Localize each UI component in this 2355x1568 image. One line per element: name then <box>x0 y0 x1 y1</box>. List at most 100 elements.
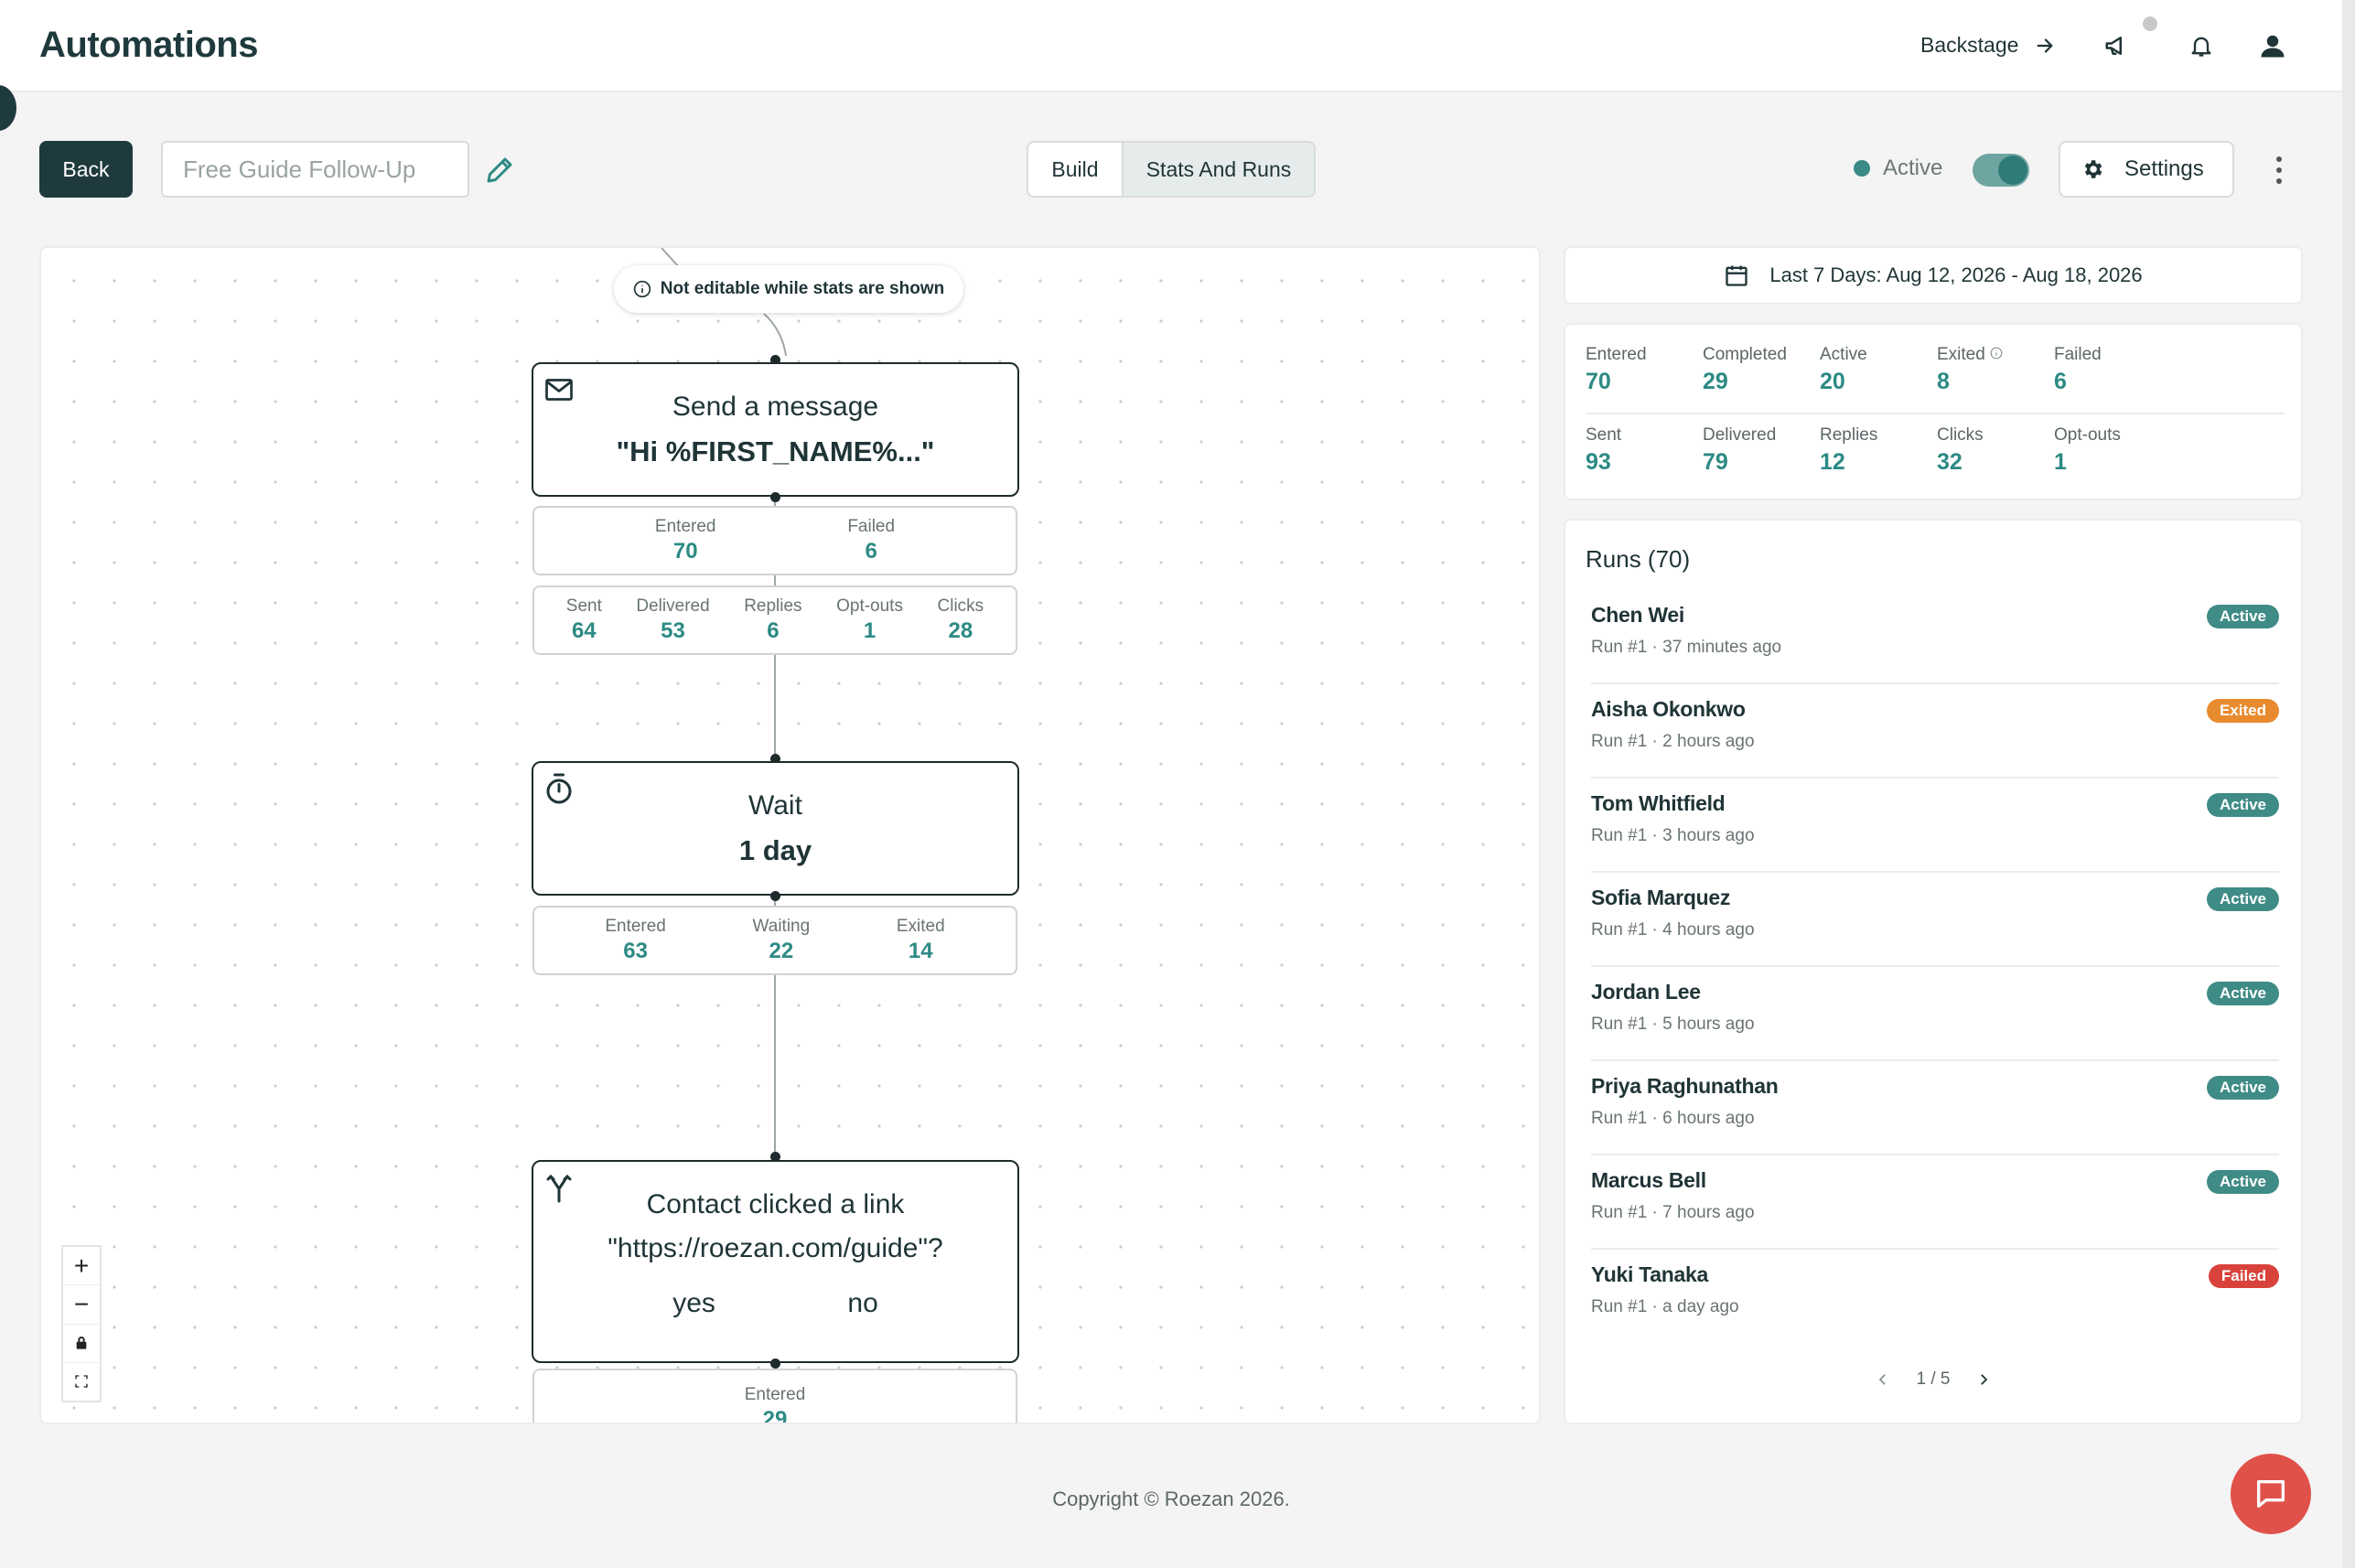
tab-build[interactable]: Build <box>1028 143 1122 196</box>
page-scrollbar[interactable] <box>2342 0 2355 1568</box>
run-row[interactable]: Sofia Marquez Run #1 · 4 hours ago Active <box>1591 873 2279 967</box>
active-toggle[interactable] <box>1973 154 2029 187</box>
node-subtitle: "https://roezan.com/guide"? <box>608 1233 943 1263</box>
link-click-condition-node[interactable]: Contact clicked a link "https://roezan.c… <box>532 1160 1019 1363</box>
run-contact-name: Aisha Okonkwo <box>1591 697 1746 721</box>
stat-entered: Entered 29 <box>744 1385 806 1424</box>
date-range-label: Last 7 Days: Aug 12, 2026 - Aug 18, 2026 <box>1769 263 2143 286</box>
top-header: Automations Backstage <box>0 0 2342 92</box>
zoom-in-icon[interactable]: + <box>63 1247 100 1286</box>
not-editable-notice: Not editable while stats are shown <box>614 265 963 313</box>
node-title: Contact clicked a link <box>646 1189 905 1219</box>
stat-entered: Entered 63 <box>605 917 666 963</box>
back-button[interactable]: Back <box>39 141 133 198</box>
node-subtitle: "Hi %FIRST_NAME%..." <box>616 435 935 467</box>
status-badge: Active <box>2206 605 2279 628</box>
tab-stats-and-runs[interactable]: Stats And Runs <box>1122 143 1314 196</box>
run-meta: Run #1 · 4 hours ago <box>1591 920 1755 940</box>
bell-icon[interactable] <box>2185 29 2218 62</box>
fit-view-icon[interactable] <box>63 1363 100 1401</box>
run-contact-name: Sofia Marquez <box>1591 886 1731 909</box>
metric-opt-outs: Opt-outs 1 <box>2054 425 2121 475</box>
status-badge: Active <box>2206 982 2279 1005</box>
stat-replies: Replies 6 <box>744 596 802 643</box>
branch-yes[interactable]: yes <box>672 1288 715 1319</box>
run-contact-name: Marcus Bell <box>1591 1168 1706 1192</box>
status-label: Active <box>1883 156 1943 180</box>
page-title: Automations <box>39 25 258 65</box>
stat-waiting: Waiting 22 <box>752 917 811 963</box>
page-indicator: 1 / 5 <box>1916 1369 1951 1389</box>
node-title: Wait <box>748 790 802 821</box>
node-handle[interactable] <box>770 492 780 502</box>
node-handle[interactable] <box>770 891 780 901</box>
run-row[interactable]: Aisha Okonkwo Run #1 · 2 hours ago Exited <box>1591 684 2279 779</box>
megaphone-icon[interactable] <box>2101 29 2134 62</box>
message-stats-bottom: Sent 64 Delivered 53 Replies 6 Opt-outs 1 Cl… <box>532 585 1017 655</box>
run-contact-name: Priya Raghunathan <box>1591 1074 1779 1098</box>
wait-stats: Entered 63 Waiting 22 Exited 14 <box>532 906 1017 975</box>
notice-text: Not editable while stats are shown <box>660 279 945 298</box>
runs-title: Runs (70) <box>1586 545 1691 573</box>
status-dot <box>1854 160 1870 177</box>
info-icon[interactable] <box>1990 347 2003 360</box>
automation-name-input[interactable]: Free Guide Follow-Up <box>161 141 469 198</box>
user-icon[interactable] <box>2256 29 2289 62</box>
metric-completed: Completed 29 <box>1703 345 1787 394</box>
settings-button[interactable]: Settings <box>2059 141 2234 198</box>
stat-delivered: Delivered 53 <box>636 596 710 643</box>
status-badge: Exited <box>2206 699 2279 723</box>
branch-labels: yes no <box>533 1288 1017 1319</box>
status-badge: Failed <box>2208 1264 2279 1288</box>
mail-icon <box>545 379 573 401</box>
zoom-controls: + − <box>61 1245 102 1402</box>
runs-pagination: 1 / 5 <box>1565 1369 2301 1390</box>
run-row[interactable]: Priya Raghunathan Run #1 · 6 hours ago Act… <box>1591 1061 2279 1155</box>
chat-icon <box>2257 1480 2285 1508</box>
metric-active: Active 20 <box>1820 345 1867 394</box>
run-row[interactable]: Chen Wei Run #1 · 37 minutes ago Active <box>1591 590 2279 684</box>
run-meta: Run #1 · a day ago <box>1591 1297 1739 1316</box>
send-message-node[interactable]: Send a message "Hi %FIRST_NAME%..." <box>532 362 1019 497</box>
run-row[interactable]: Tom Whitfield Run #1 · 3 hours ago Active <box>1591 779 2279 873</box>
chevron-right-icon[interactable] <box>1975 1371 1992 1388</box>
workflow-canvas[interactable]: Not editable while stats are shown Send … <box>39 246 1541 1424</box>
metric-delivered: Delivered 79 <box>1703 425 1777 475</box>
metric-sent: Sent 93 <box>1586 425 1622 475</box>
settings-label: Settings <box>2124 156 2204 181</box>
chat-button[interactable] <box>2231 1454 2311 1534</box>
run-row[interactable]: Jordan Lee Run #1 · 5 hours ago Active <box>1591 967 2279 1061</box>
more-options-icon[interactable] <box>2265 152 2293 188</box>
run-contact-name: Tom Whitfield <box>1591 791 1726 815</box>
stat-exited: Exited 14 <box>896 917 945 963</box>
view-tabs: Build Stats And Runs <box>1027 141 1316 198</box>
chevron-left-icon[interactable] <box>1875 1371 1891 1388</box>
branch-icon <box>546 1174 572 1203</box>
metric-replies: Replies 12 <box>1820 425 1878 475</box>
condition-stats: Entered 29 <box>532 1369 1017 1424</box>
run-meta: Run #1 · 2 hours ago <box>1591 732 1755 751</box>
date-range-picker[interactable]: Last 7 Days: Aug 12, 2026 - Aug 18, 2026 <box>1564 246 2303 305</box>
run-row[interactable]: Marcus Bell Run #1 · 7 hours ago Active <box>1591 1155 2279 1250</box>
calendar-icon <box>1726 265 1748 286</box>
runs-list[interactable]: Chen Wei Run #1 · 37 minutes ago Active Ais… <box>1591 590 2279 1322</box>
wait-node[interactable]: Wait 1 day <box>532 761 1019 896</box>
status-badge: Active <box>2206 793 2279 817</box>
stat-entered: Entered 70 <box>654 517 716 564</box>
lock-icon[interactable] <box>63 1325 100 1363</box>
zoom-out-icon[interactable]: − <box>63 1285 100 1325</box>
metric-clicks: Clicks 32 <box>1937 425 1984 475</box>
metric-exited: Exited 8 <box>1937 345 2003 395</box>
runs-panel: Runs (70) Chen Wei Run #1 · 37 minutes ag… <box>1564 519 2303 1424</box>
pencil-icon[interactable] <box>483 154 516 187</box>
run-row[interactable]: Yuki Tanaka Run #1 · a day ago Failed <box>1591 1250 2279 1322</box>
node-handle[interactable] <box>770 1359 780 1369</box>
run-meta: Run #1 · 6 hours ago <box>1591 1109 1755 1128</box>
stat-clicks: Clicks 28 <box>937 596 984 643</box>
gear-icon <box>2084 160 2102 178</box>
divider <box>1586 413 2285 414</box>
status-indicator: Active <box>1854 156 1942 181</box>
backstage-link[interactable]: Backstage <box>1920 33 2055 58</box>
run-meta: Run #1 · 5 hours ago <box>1591 1015 1755 1034</box>
branch-no[interactable]: no <box>847 1288 877 1319</box>
